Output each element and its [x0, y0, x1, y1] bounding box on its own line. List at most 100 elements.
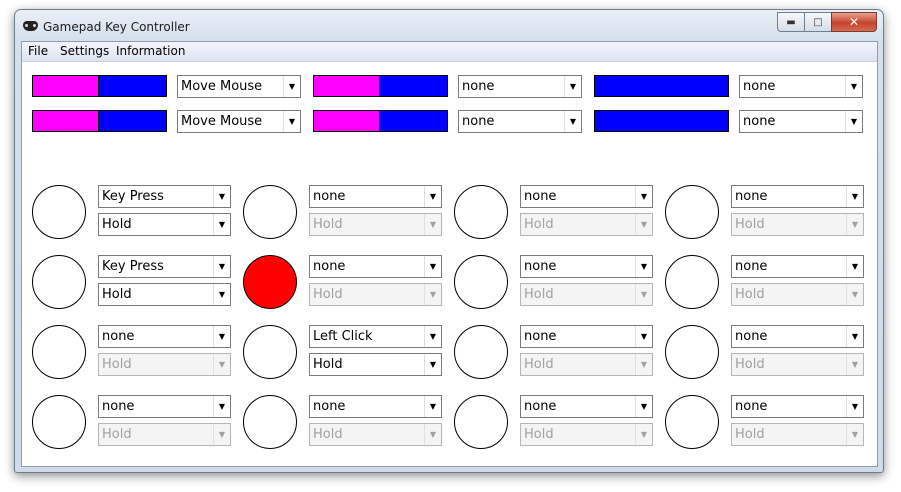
axis-bar-positive — [595, 111, 728, 131]
button-action-dropdown[interactable]: none ▼ — [309, 255, 442, 278]
axis-mode-dropdown[interactable]: Move Mouse ▼ — [177, 75, 301, 98]
button-mode-value: Hold — [524, 217, 554, 232]
chevron-down-icon: ▼ — [429, 262, 437, 271]
chevron-down-icon: ▼ — [429, 360, 437, 369]
chevron-down-icon: ▼ — [218, 192, 226, 201]
dropdown-arrow-button[interactable]: ▼ — [846, 256, 863, 277]
button-action-dropdown[interactable]: none ▼ — [520, 185, 653, 208]
axis-mode-dropdown[interactable]: none ▼ — [458, 110, 582, 133]
button-action-dropdown[interactable]: none ▼ — [731, 185, 864, 208]
chevron-down-icon: ▼ — [851, 332, 859, 341]
button-action-dropdown[interactable]: Left Click ▼ — [309, 325, 442, 348]
button-mode-dropdown: Hold ▼ — [520, 353, 653, 376]
button-action-dropdown[interactable]: none ▼ — [731, 395, 864, 418]
dropdown-arrow-button: ▼ — [424, 284, 441, 305]
button-action-dropdown[interactable]: none ▼ — [520, 395, 653, 418]
axis-mode-value: Move Mouse — [181, 79, 263, 94]
chevron-down-icon: ▼ — [218, 430, 226, 439]
dropdown-arrow-button[interactable]: ▼ — [213, 396, 230, 417]
chevron-down-icon: ▼ — [640, 220, 648, 229]
axis-mode-dropdown[interactable]: Move Mouse ▼ — [177, 110, 301, 133]
button-indicator — [454, 255, 508, 309]
dropdown-arrow-button[interactable]: ▼ — [846, 186, 863, 207]
button-action-dropdown[interactable]: Key Press ▼ — [98, 185, 231, 208]
button-mode-value: Hold — [735, 287, 765, 302]
axis-mode-value: none — [462, 79, 495, 94]
dropdown-arrow-button[interactable]: ▼ — [424, 354, 441, 375]
button-action-dropdown[interactable]: none ▼ — [309, 395, 442, 418]
button-indicator — [243, 395, 297, 449]
chevron-down-icon: ▼ — [218, 332, 226, 341]
dropdown-arrow-button: ▼ — [635, 284, 652, 305]
chevron-down-icon: ▼ — [429, 192, 437, 201]
menu-bar: File Settings Information — [22, 42, 877, 62]
chevron-down-icon: ▼ — [640, 360, 648, 369]
chevron-down-icon: ▼ — [218, 290, 226, 299]
button-action-dropdown[interactable]: none ▼ — [731, 255, 864, 278]
dropdown-arrow-button[interactable]: ▼ — [213, 326, 230, 347]
button-action-dropdown[interactable]: none ▼ — [98, 395, 231, 418]
app-window: Gamepad Key Controller ▬ □ ✕ File Settin… — [14, 9, 884, 473]
button-action-dropdown[interactable]: none ▼ — [309, 185, 442, 208]
dropdown-arrow-button[interactable]: ▼ — [845, 76, 862, 97]
button-mode-value: Hold — [102, 357, 132, 372]
menu-settings[interactable]: Settings — [60, 44, 109, 58]
dropdown-arrow-button[interactable]: ▼ — [213, 186, 230, 207]
dropdown-arrow-button[interactable]: ▼ — [283, 76, 300, 97]
menu-file[interactable]: File — [28, 44, 48, 58]
button-mode-dropdown[interactable]: Hold ▼ — [98, 283, 231, 306]
axis-mode-dropdown[interactable]: none ▼ — [739, 75, 863, 98]
button-mode-dropdown[interactable]: Hold ▼ — [309, 353, 442, 376]
caption-buttons: ▬ □ ✕ — [777, 12, 877, 32]
dropdown-arrow-button[interactable]: ▼ — [213, 256, 230, 277]
button-action-value: none — [102, 329, 135, 344]
dropdown-arrow-button[interactable]: ▼ — [635, 326, 652, 347]
axis-mode-value: Move Mouse — [181, 114, 263, 129]
button-mode-dropdown: Hold ▼ — [731, 423, 864, 446]
dropdown-arrow-button[interactable]: ▼ — [564, 76, 581, 97]
button-indicator — [32, 255, 86, 309]
dropdown-arrow-button[interactable]: ▼ — [424, 186, 441, 207]
button-action-dropdown[interactable]: Key Press ▼ — [98, 255, 231, 278]
button-indicator — [665, 185, 719, 239]
button-indicator — [454, 185, 508, 239]
dropdown-arrow-button[interactable]: ▼ — [213, 214, 230, 235]
dropdown-arrow-button[interactable]: ▼ — [283, 111, 300, 132]
button-indicator — [454, 395, 508, 449]
chevron-down-icon: ▼ — [851, 262, 859, 271]
dropdown-arrow-button[interactable]: ▼ — [846, 396, 863, 417]
dropdown-arrow-button[interactable]: ▼ — [635, 186, 652, 207]
button-indicator — [665, 395, 719, 449]
maximize-button[interactable]: □ — [804, 12, 831, 32]
minimize-button[interactable]: ▬ — [777, 12, 804, 32]
close-button[interactable]: ✕ — [831, 12, 877, 32]
button-action-value: Key Press — [102, 189, 164, 204]
button-action-dropdown[interactable]: none ▼ — [731, 325, 864, 348]
dropdown-arrow-button[interactable]: ▼ — [564, 111, 581, 132]
button-mode-value: Hold — [313, 217, 343, 232]
title-bar[interactable]: Gamepad Key Controller ▬ □ ✕ — [15, 10, 883, 42]
dropdown-arrow-button[interactable]: ▼ — [635, 256, 652, 277]
dropdown-arrow-button[interactable]: ▼ — [213, 284, 230, 305]
dropdown-arrow-button[interactable]: ▼ — [845, 111, 862, 132]
dropdown-arrow-button[interactable]: ▼ — [424, 256, 441, 277]
button-mode-dropdown: Hold ▼ — [520, 423, 653, 446]
axis-mode-dropdown[interactable]: none ▼ — [458, 75, 582, 98]
axis-bar-positive — [380, 76, 447, 96]
chevron-down-icon: ▼ — [569, 82, 577, 91]
button-action-value: none — [735, 329, 768, 344]
dropdown-arrow-button[interactable]: ▼ — [635, 396, 652, 417]
button-action-dropdown[interactable]: none ▼ — [98, 325, 231, 348]
menu-information[interactable]: Information — [116, 44, 185, 58]
axis-mode-dropdown[interactable]: none ▼ — [739, 110, 863, 133]
button-mode-dropdown[interactable]: Hold ▼ — [98, 213, 231, 236]
button-action-dropdown[interactable]: none ▼ — [520, 325, 653, 348]
button-mode-dropdown: Hold ▼ — [731, 213, 864, 236]
button-mode-value: Hold — [313, 427, 343, 442]
chevron-down-icon: ▼ — [851, 192, 859, 201]
dropdown-arrow-button[interactable]: ▼ — [424, 326, 441, 347]
button-action-dropdown[interactable]: none ▼ — [520, 255, 653, 278]
dropdown-arrow-button[interactable]: ▼ — [846, 326, 863, 347]
chevron-down-icon: ▼ — [640, 430, 648, 439]
dropdown-arrow-button[interactable]: ▼ — [424, 396, 441, 417]
